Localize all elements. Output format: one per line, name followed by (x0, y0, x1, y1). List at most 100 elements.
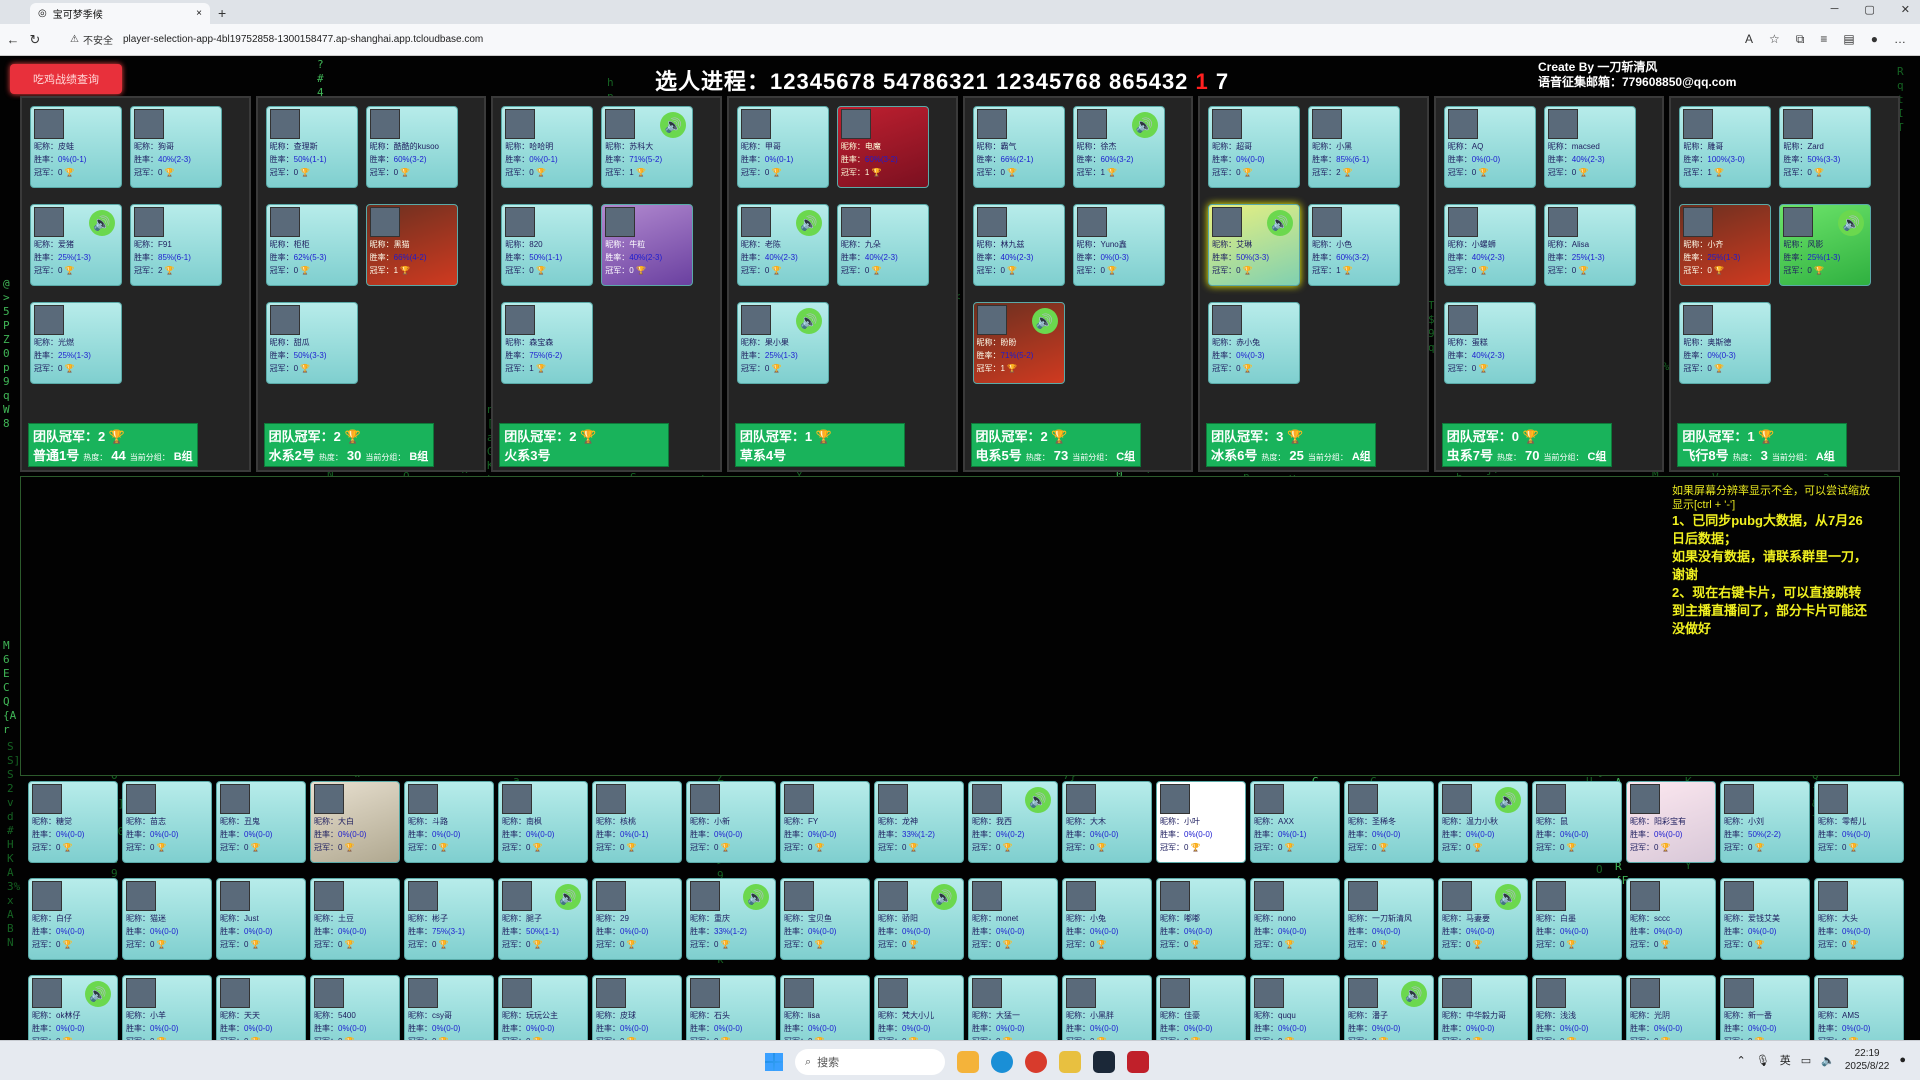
chrome-icon[interactable] (1025, 1051, 1047, 1073)
player-card[interactable]: 昵称：佳豪胜率：0%(0-0)冠军：0 🏆 (1156, 975, 1246, 1040)
team-footer[interactable]: 团队冠军：1 🏆 飞行8号 热度： 3 当前分组： A组 (1677, 423, 1848, 467)
player-card[interactable]: 昵称：大猛一胜率：0%(0-0)冠军：0 🏆 (968, 975, 1058, 1040)
player-card[interactable]: 昵称：Alisa 胜率：25%(1-3) 冠军：0 🏆 (1543, 204, 1636, 286)
player-card[interactable]: 昵称：小刘 胜率：50%(2-2) 冠军：0 🏆 (1720, 781, 1810, 863)
player-card[interactable]: 昵称：甲哥 胜率：0%(0-1) 冠军：0 🏆 (736, 106, 829, 188)
chevron-up-icon[interactable]: ⌃ (1737, 1054, 1746, 1067)
player-card[interactable]: 昵称：林九兹 胜率：40%(2-3) 冠军：0 🏆 (972, 204, 1065, 286)
reload-icon[interactable]: ↻ (26, 32, 44, 48)
player-card[interactable]: 昵称：圣稀冬 胜率：0%(0-0) 冠军：0 🏆 (1344, 781, 1434, 863)
player-card[interactable]: 昵称：lisa胜率：0%(0-0)冠军：0 🏆 (780, 975, 870, 1040)
speaker-icon[interactable]: 🔊 (931, 884, 957, 910)
player-card[interactable]: 昵称：森宝森 胜率：75%(6-2) 冠军：1 🏆 (501, 302, 594, 384)
speaker-icon[interactable]: 🔊 (660, 112, 687, 138)
speaker-icon[interactable]: 🔊 (1131, 112, 1158, 138)
player-card[interactable]: 昵称：皮球胜率：0%(0-0)冠军：0 🏆 (592, 975, 682, 1040)
player-card[interactable]: 昵称：宝贝鱼 胜率：0%(0-0) 冠军：0 🏆 (780, 878, 870, 960)
player-card[interactable]: 昵称：大木 胜率：0%(0-0) 冠军：0 🏆 (1062, 781, 1152, 863)
player-card[interactable]: 昵称：甜瓜 胜率：50%(3-3) 冠军：0 🏆 (265, 302, 358, 384)
player-card[interactable]: 昵称：土豆 胜率：0%(0-0) 冠军：0 🏆 (310, 878, 400, 960)
player-card[interactable]: 昵称：ququ胜率：0%(0-0)冠军：0 🏆 (1250, 975, 1340, 1040)
player-card[interactable]: 昵称：中华毅力哥胜率：0%(0-0)冠军：0 🏆 (1438, 975, 1528, 1040)
player-card[interactable]: 昵称：雕哥 胜率：100%(3-0) 冠军：1 🏆 (1679, 106, 1772, 188)
speaker-icon[interactable]: 🔊 (1401, 981, 1427, 1007)
team-footer[interactable]: 团队冠军：0 🏆 虫系7号 热度： 70 当前分组： C组 (1441, 423, 1612, 467)
player-card[interactable]: 昵称：白仔 胜率：0%(0-0) 冠军：0 🏆 (28, 878, 118, 960)
player-card[interactable]: 昵称：柜柜 胜率：62%(5-3) 冠军：0 🏆 (265, 204, 358, 286)
profile-icon[interactable]: ● (1871, 32, 1878, 47)
player-card[interactable]: 昵称：电魔 胜率：60%(3-2) 冠军：1 🏆 (836, 106, 929, 188)
player-card[interactable]: 昵称：5400胜率：0%(0-0)冠军：0 🏆 (310, 975, 400, 1040)
player-card[interactable]: 昵称：嘟嘟 胜率：0%(0-0) 冠军：0 🏆 (1156, 878, 1246, 960)
battle-record-button[interactable]: 吃鸡战绩查询 (10, 64, 122, 94)
player-card[interactable]: 昵称：820 胜率：50%(1-1) 冠军：0 🏆 (501, 204, 594, 286)
player-card[interactable]: 昵称：小齐 胜率：25%(1-3) 冠军：0 🏆 (1679, 204, 1772, 286)
player-card[interactable]: 🔊 昵称：马妻要 胜率：0%(0-0) 冠军：0 🏆 (1438, 878, 1528, 960)
player-card[interactable]: 昵称：黑猫 胜率：66%(4-2) 冠军：1 🏆 (365, 204, 458, 286)
player-card[interactable]: 昵称：猫迷 胜率：0%(0-0) 冠军：0 🏆 (122, 878, 212, 960)
close-window-icon[interactable]: ✕ (1901, 3, 1910, 16)
steam-icon[interactable] (1093, 1051, 1115, 1073)
player-card[interactable]: 昵称：糖觉 胜率：0%(0-0) 冠军：0 🏆 (28, 781, 118, 863)
player-card[interactable]: 昵称：monet 胜率：0%(0-0) 冠军：0 🏆 (968, 878, 1058, 960)
team-footer[interactable]: 团队冠军：1 🏆 草系4号 (734, 423, 905, 467)
volume-icon[interactable]: 🔈 (1821, 1054, 1835, 1067)
player-card[interactable]: 昵称：小黑胖胜率：0%(0-0)冠军：0 🏆 (1062, 975, 1152, 1040)
player-card[interactable]: 🔊昵称：ok林仔胜率：0%(0-0)冠军：0 🏆 (28, 975, 118, 1040)
player-card[interactable]: 昵称：大头 胜率：0%(0-0) 冠军：0 🏆 (1814, 878, 1904, 960)
player-card[interactable]: 昵称：零帮儿 胜率：0%(0-0) 冠军：0 🏆 (1814, 781, 1904, 863)
player-card[interactable]: 昵称：哈哈明 胜率：0%(0-1) 冠军：0 🏆 (501, 106, 594, 188)
speaker-icon[interactable]: 🔊 (1495, 884, 1521, 910)
player-card[interactable]: 昵称：赤小兔 胜率：0%(0-3) 冠军：0 🏆 (1208, 302, 1301, 384)
mic-icon[interactable]: 🎙 (1756, 1054, 1770, 1067)
player-card[interactable]: 昵称：皮蛙 胜率：0%(0-1) 冠军：0 🏆 (30, 106, 122, 188)
speaker-icon[interactable]: 🔊 (555, 884, 581, 910)
security-indicator[interactable]: ⚠ 不安全 (70, 32, 113, 47)
player-card[interactable]: 🔊 昵称：爱猪 胜率：25%(1-3) 冠军：0 🏆 (30, 204, 122, 286)
player-card[interactable]: 昵称：AXX 胜率：0%(0-1) 冠军：0 🏆 (1250, 781, 1340, 863)
player-card[interactable]: 昵称：玩玩公主胜率：0%(0-0)冠军：0 🏆 (498, 975, 588, 1040)
player-card[interactable]: 昵称：梵大小儿胜率：0%(0-0)冠军：0 🏆 (874, 975, 964, 1040)
edge-icon[interactable] (991, 1051, 1013, 1073)
player-card[interactable]: 昵称：龙神 胜率：33%(1-2) 冠军：0 🏆 (874, 781, 964, 863)
team-footer[interactable]: 团队冠军：2 🏆 火系3号 (499, 423, 670, 467)
player-card[interactable]: 🔊昵称：潘子胜率：0%(0-0)冠军：0 🏆 (1344, 975, 1434, 1040)
player-card[interactable]: 昵称：斗路 胜率：0%(0-0) 冠军：0 🏆 (404, 781, 494, 863)
player-card[interactable]: 🔊 昵称：我西 胜率：0%(0-2) 冠军：0 🏆 (968, 781, 1058, 863)
player-card[interactable]: 昵称：小叶 胜率：0%(0-0) 冠军：0 🏆 (1156, 781, 1246, 863)
player-card[interactable]: 🔊 昵称：腿子 胜率：50%(1-1) 冠军：0 🏆 (498, 878, 588, 960)
player-card[interactable]: 昵称：小色 胜率：60%(3-2) 冠军：1 🏆 (1308, 204, 1401, 286)
speaker-icon[interactable]: 🔊 (1025, 787, 1051, 813)
player-card[interactable]: 昵称：超哥 胜率：0%(0-0) 冠军：0 🏆 (1208, 106, 1301, 188)
browser-tab[interactable]: ◎ 宝可梦季候 × (30, 3, 210, 24)
player-card[interactable]: 昵称：nono 胜率：0%(0-0) 冠军：0 🏆 (1250, 878, 1340, 960)
player-card[interactable]: 昵称：Just 胜率：0%(0-0) 冠军：0 🏆 (216, 878, 306, 960)
file-explorer-icon[interactable] (957, 1051, 979, 1073)
player-card[interactable]: 🔊 昵称：重庆 胜率：33%(1-2) 冠军：0 🏆 (686, 878, 776, 960)
speaker-icon[interactable]: 🔊 (1838, 210, 1865, 236)
player-card[interactable]: 🔊 昵称：风影 胜率：25%(1-3) 冠军：0 🏆 (1779, 204, 1872, 286)
player-card[interactable]: 昵称：AMS胜率：0%(0-0)冠军：0 🏆 (1814, 975, 1904, 1040)
minimize-icon[interactable]: ─ (1831, 3, 1839, 16)
extensions-icon[interactable]: ⧉ (1796, 32, 1805, 47)
new-tab-button[interactable]: + (218, 3, 226, 24)
player-card[interactable]: 昵称：阳彩宝有 胜率：0%(0-0) 冠军：0 🏆 (1626, 781, 1716, 863)
player-card[interactable]: 昵称：苗志 胜率：0%(0-0) 冠军：0 🏆 (122, 781, 212, 863)
speaker-icon[interactable]: 🔊 (795, 308, 822, 334)
player-card[interactable]: 昵称：29 胜率：0%(0-0) 冠军：0 🏆 (592, 878, 682, 960)
player-card[interactable]: 昵称：查理斯 胜率：50%(1-1) 冠军：0 🏆 (265, 106, 358, 188)
player-card[interactable]: 昵称：小兔 胜率：0%(0-0) 冠军：0 🏆 (1062, 878, 1152, 960)
player-card[interactable]: 昵称：一刀斩清风 胜率：0%(0-0) 冠军：0 🏆 (1344, 878, 1434, 960)
team-footer[interactable]: 团队冠军：2 🏆 普通1号 热度： 44 当前分组： B组 (28, 423, 198, 467)
app-red-icon[interactable] (1127, 1051, 1149, 1073)
team-footer[interactable]: 团队冠军：2 🏆 水系2号 热度： 30 当前分组： B组 (263, 423, 434, 467)
favorites-icon[interactable]: ≡ (1820, 32, 1827, 47)
player-card[interactable]: 昵称：鼠 胜率：0%(0-0) 冠军：0 🏆 (1532, 781, 1622, 863)
player-card[interactable]: 昵称：小羊胜率：0%(0-0)冠军：0 🏆 (122, 975, 212, 1040)
player-card[interactable]: 昵称：FY 胜率：0%(0-0) 冠军：0 🏆 (780, 781, 870, 863)
network-icon[interactable]: ▭ (1801, 1054, 1811, 1067)
player-card[interactable]: 🔊 昵称：苏科大 胜率：71%(5-2) 冠军：1 🏆 (601, 106, 694, 188)
player-card[interactable]: 昵称：丑鬼 胜率：0%(0-0) 冠军：0 🏆 (216, 781, 306, 863)
player-card[interactable]: 昵称：浅浅胜率：0%(0-0)冠军：0 🏆 (1532, 975, 1622, 1040)
player-card[interactable]: 昵称：F91 胜率：85%(6-1) 冠军：2 🏆 (130, 204, 222, 286)
